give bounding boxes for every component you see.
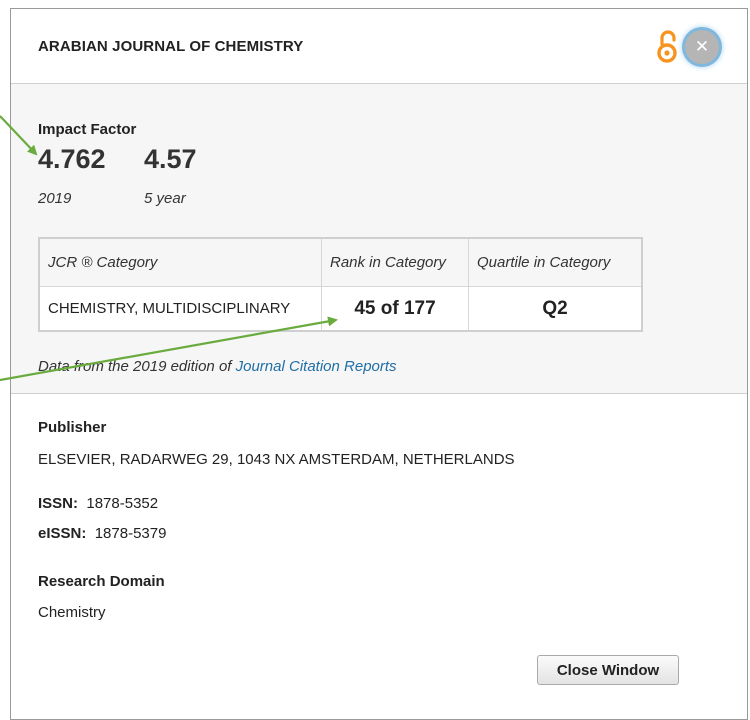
column-header-rank: Rank in Category [321,237,469,287]
close-window-button[interactable]: Close Window [537,655,679,685]
issn-line: ISSN: 1878-5352 [38,495,158,512]
eissn-label: eISSN: [38,525,87,542]
eissn-line: eISSN: 1878-5379 [38,525,166,542]
journal-citation-reports-link[interactable]: Journal Citation Reports [236,358,397,375]
publisher-label: Publisher [38,419,107,436]
popup-header: ARABIAN JOURNAL OF CHEMISTRY ✕ [11,9,747,84]
issn-label: ISSN: [38,495,79,512]
table-row: CHEMISTRY, MULTIDISCIPLINARY 45 of 177 Q… [38,286,643,332]
eissn-value: 1878-5379 [94,525,167,542]
data-source-prefix: Data from the 2019 edition of [38,358,236,375]
rank-cell: 45 of 177 [321,286,469,332]
quartile-cell: Q2 [468,286,643,332]
close-icon[interactable]: ✕ [685,30,719,64]
journal-title: ARABIAN JOURNAL OF CHEMISTRY [38,38,304,55]
impact-factor-value: 4.762 [38,144,106,174]
journal-info-popup: ARABIAN JOURNAL OF CHEMISTRY ✕ Impact Fa… [10,8,748,720]
screen: ARABIAN JOURNAL OF CHEMISTRY ✕ Impact Fa… [0,0,750,720]
data-source-note: Data from the 2019 edition of Journal Ci… [38,358,397,375]
jcr-category-table: JCR ® Category Rank in Category Quartile… [38,237,643,332]
research-domain-label: Research Domain [38,573,165,590]
impact-factor-year: 2019 [38,190,72,207]
publisher-value: ELSEVIER, RADARWEG 29, 1043 NX AMSTERDAM… [38,451,515,468]
impact-factor-label: Impact Factor [38,121,137,138]
column-header-category: JCR ® Category [38,237,322,287]
column-header-quartile: Quartile in Category [468,237,643,287]
category-cell: CHEMISTRY, MULTIDISCIPLINARY [38,286,322,332]
table-header-row: JCR ® Category Rank in Category Quartile… [38,237,643,287]
impact-factor-panel: Impact Factor 4.762 4.57 2019 5 year JCR… [11,84,747,394]
five-year-impact-factor-value: 4.57 [144,144,197,174]
five-year-caption: 5 year [144,190,186,207]
research-domain-value: Chemistry [38,604,106,621]
issn-value: 1878-5352 [86,495,159,512]
open-access-icon [657,30,677,63]
